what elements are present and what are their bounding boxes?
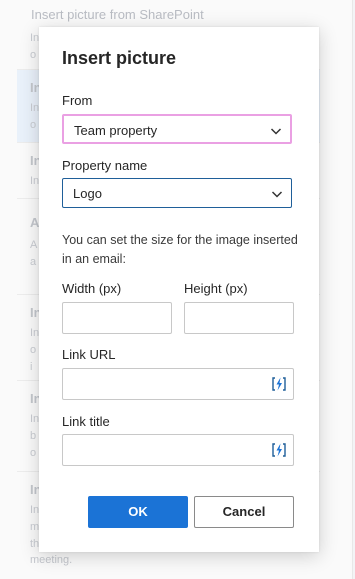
from-label: From [62,93,93,108]
from-dropdown[interactable]: Team property [62,114,292,144]
size-help-text: You can set the size for the image inser… [62,233,298,266]
background-footer-text: meeting. [30,554,73,566]
chevron-down-icon [270,128,282,135]
height-label: Height (px) [184,281,248,296]
from-value: Team property [74,123,158,138]
link-title-input[interactable] [62,434,294,466]
property-name-dropdown[interactable]: Logo [62,178,292,208]
dialog-title: Insert picture [62,48,177,68]
dynamic-content-icon[interactable] [271,376,287,392]
dynamic-content-icon[interactable] [271,442,287,458]
ok-button[interactable]: OK [88,496,188,528]
property-name-label: Property name [62,158,148,173]
cancel-button[interactable]: Cancel [194,496,294,528]
width-input[interactable] [62,302,172,334]
link-title-label: Link title [62,414,110,429]
height-input[interactable] [184,302,294,334]
insert-picture-dialog: Insert picture From Team property Proper… [39,27,319,552]
width-label: Width (px) [62,281,122,296]
background-header: Insert picture from SharePoint [31,7,204,22]
link-url-input[interactable] [62,368,294,400]
property-name-value: Logo [73,186,102,201]
link-url-label: Link URL [62,347,116,362]
chevron-down-icon [271,191,283,198]
